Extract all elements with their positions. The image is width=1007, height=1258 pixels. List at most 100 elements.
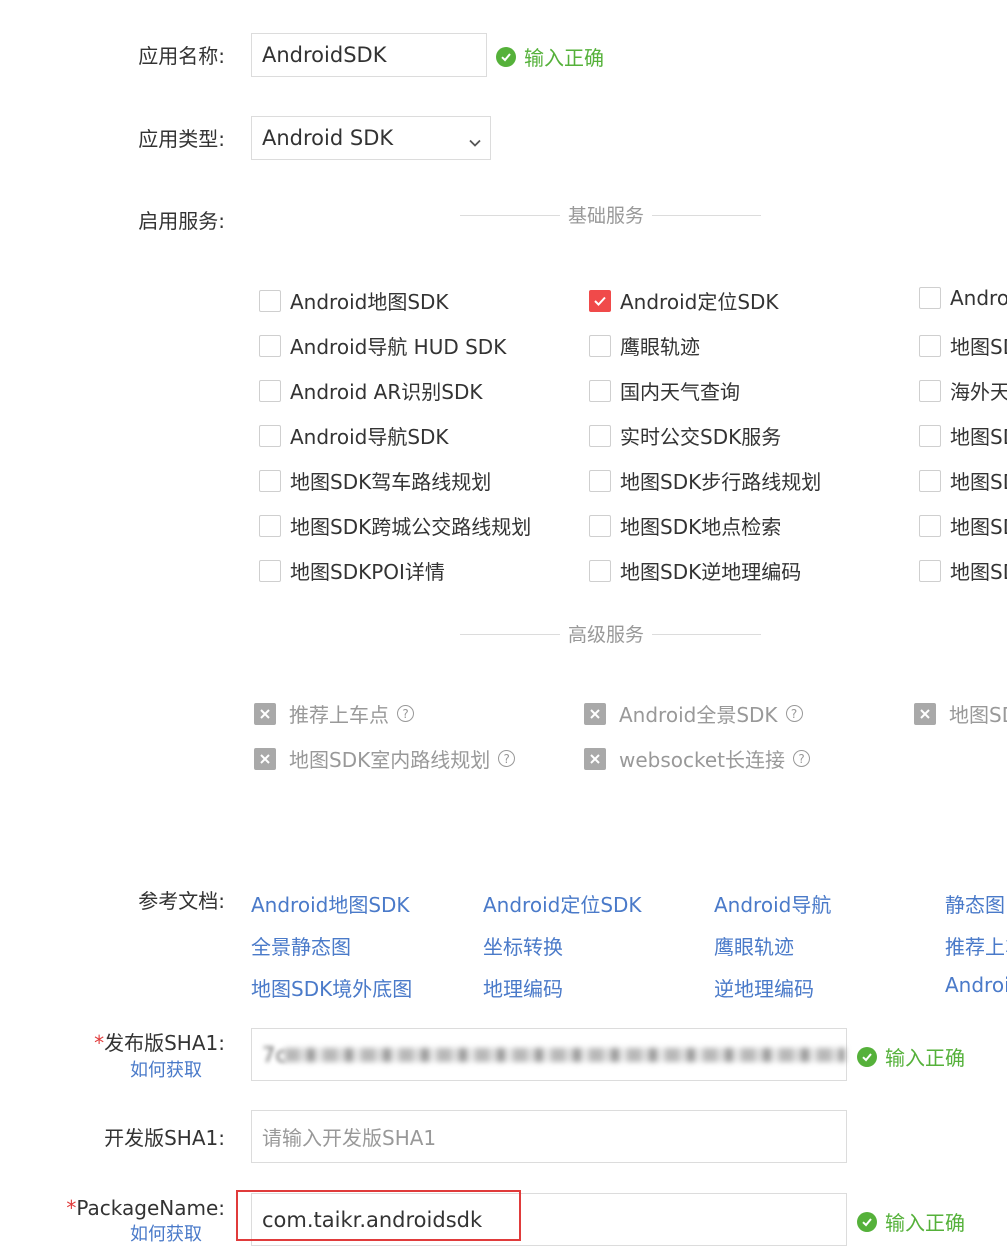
service-label: 地图SDK逆地理编码 [620, 560, 802, 584]
service-checkbox[interactable]: 地图SDK步行路线规划 [589, 466, 821, 495]
doc-link[interactable]: 逆地理编码 [714, 973, 814, 1002]
checkbox-box[interactable] [919, 287, 941, 309]
doc-link[interactable]: Android导航 [714, 889, 831, 918]
doc-link[interactable]: 鹰眼轨迹 [714, 931, 794, 960]
service-checkbox-checked[interactable]: Android定位SDK [589, 286, 779, 315]
service-checkbox[interactable]: 地图SD [919, 331, 1007, 360]
disabled-x-icon [914, 702, 936, 725]
app-type-select[interactable]: Android SDK [251, 116, 491, 160]
service-checkbox[interactable]: 地图SDKPOI详情 [259, 556, 445, 585]
checkbox-box[interactable] [919, 424, 941, 447]
service-label: 地图SD [950, 335, 1007, 359]
advanced-services-title: 高级服务 [560, 624, 653, 646]
service-label: 地图SDKPOI详情 [290, 560, 445, 584]
advanced-service-label: Android全景SDK [619, 703, 778, 727]
checkbox-box[interactable] [919, 469, 941, 492]
doc-link[interactable]: Android地图SDK [251, 889, 410, 918]
docs-label: 参考文档: [138, 889, 225, 913]
service-label: Android导航SDK [290, 425, 449, 449]
checkbox-box[interactable] [589, 424, 611, 447]
service-checkbox[interactable]: 国内天气查询 [589, 376, 740, 405]
checkbox-box[interactable] [259, 424, 281, 447]
check-circle-icon [496, 46, 516, 67]
app-name-value: AndroidSDK [262, 43, 387, 67]
service-checkbox[interactable]: 实时公交SDK服务 [589, 421, 781, 450]
help-icon[interactable]: ? [397, 705, 414, 722]
service-checkbox[interactable]: 海外天 [919, 376, 1007, 405]
advanced-service-item: 推荐上车点 ? [254, 699, 414, 728]
service-checkbox[interactable]: Android导航SDK [259, 421, 449, 450]
checkbox-box[interactable] [589, 559, 611, 582]
doc-link[interactable]: Androi [945, 973, 1007, 997]
checkbox-box[interactable] [259, 514, 281, 537]
app-name-label: 应用名称: [138, 44, 225, 68]
service-label: 地图SDK跨城公交路线规划 [290, 515, 532, 539]
doc-link[interactable]: Android定位SDK [483, 889, 642, 918]
doc-link[interactable]: 地理编码 [483, 973, 563, 1002]
app-name-status: 输入正确 [496, 42, 604, 71]
checkbox-box[interactable] [259, 379, 281, 402]
service-checkbox[interactable]: 地图SD [919, 556, 1007, 585]
service-checkbox[interactable]: 地图SDK逆地理编码 [589, 556, 801, 585]
service-checkbox[interactable]: Andro [919, 286, 1007, 310]
doc-link[interactable]: 坐标转换 [483, 931, 563, 960]
service-checkbox[interactable]: 地图SD [919, 511, 1007, 540]
doc-link[interactable]: 地图SDK境外底图 [251, 973, 412, 1002]
checkbox-box[interactable] [589, 379, 611, 402]
help-icon[interactable]: ? [785, 705, 803, 722]
doc-link[interactable]: 全景静态图 [251, 931, 351, 960]
checkbox-box[interactable] [259, 334, 281, 357]
dev-sha1-input[interactable]: 请输入开发版SHA1 [251, 1110, 847, 1163]
doc-link[interactable]: 推荐上车 [945, 931, 1007, 957]
required-marker: * [94, 1031, 105, 1055]
service-label: 地图SDK驾车路线规划 [290, 470, 492, 494]
highlight-box [236, 1190, 521, 1241]
disabled-x-icon [254, 702, 276, 725]
checkbox-box[interactable] [919, 559, 941, 582]
blurred-sha1 [285, 1048, 845, 1062]
service-label: Android地图SDK [290, 290, 449, 314]
service-checkbox[interactable]: Android导航 HUD SDK [259, 331, 506, 360]
service-label: 鹰眼轨迹 [620, 335, 700, 359]
checkbox-checked-icon[interactable] [589, 289, 611, 312]
advanced-service-item: websocket长连接 ? [584, 744, 811, 773]
service-checkbox[interactable]: 地图SDK跨城公交路线规划 [259, 511, 531, 540]
checkbox-box[interactable] [919, 334, 941, 357]
release-sha1-label: *发布版SHA1: [25, 1031, 225, 1055]
service-checkbox[interactable]: 地图SDK地点检索 [589, 511, 781, 540]
service-checkbox[interactable]: Android AR识别SDK [259, 376, 482, 405]
checkbox-box[interactable] [589, 514, 611, 537]
service-checkbox[interactable]: Android地图SDK [259, 286, 449, 315]
service-checkbox[interactable]: 地图SD [919, 421, 1007, 450]
checkbox-box[interactable] [589, 334, 611, 357]
help-icon[interactable]: ? [793, 750, 811, 767]
checkbox-box[interactable] [919, 514, 941, 537]
doc-link-clip: Androi [945, 971, 1007, 999]
checkbox-box[interactable] [259, 469, 281, 492]
services-label: 启用服务: [138, 209, 225, 233]
release-sha1-howto-link[interactable]: 如何获取 [130, 1056, 202, 1082]
check-circle-icon [857, 1046, 877, 1067]
service-checkbox[interactable]: 鹰眼轨迹 [589, 331, 700, 360]
app-type-label: 应用类型: [138, 127, 225, 151]
dev-sha1-placeholder: 请输入开发版SHA1 [262, 1126, 437, 1150]
advanced-column-3: 地图SD [914, 695, 1007, 727]
advanced-service-label: 推荐上车点 [289, 703, 389, 727]
service-label: Android AR识别SDK [290, 380, 483, 404]
checkbox-box[interactable] [919, 379, 941, 402]
service-label: 地图SD [950, 470, 1007, 494]
package-name-howto-link[interactable]: 如何获取 [130, 1220, 202, 1246]
service-checkbox[interactable]: 地图SD [919, 466, 1007, 495]
doc-link[interactable]: 静态图 [945, 889, 1005, 918]
app-name-input[interactable]: AndroidSDK [251, 33, 487, 77]
help-icon[interactable]: ? [498, 750, 516, 767]
advanced-service-label: 地图SD [949, 703, 1007, 727]
checkbox-box[interactable] [259, 559, 281, 582]
service-checkbox[interactable]: 地图SDK驾车路线规划 [259, 466, 491, 495]
advanced-service-item: 地图SD [914, 699, 1007, 727]
advanced-service-item: Android全景SDK ? [584, 699, 803, 728]
checkbox-box[interactable] [259, 289, 281, 312]
checkbox-box[interactable] [589, 469, 611, 492]
service-label: 国内天气查询 [620, 380, 740, 404]
package-name-label: *PackageName: [25, 1196, 225, 1220]
